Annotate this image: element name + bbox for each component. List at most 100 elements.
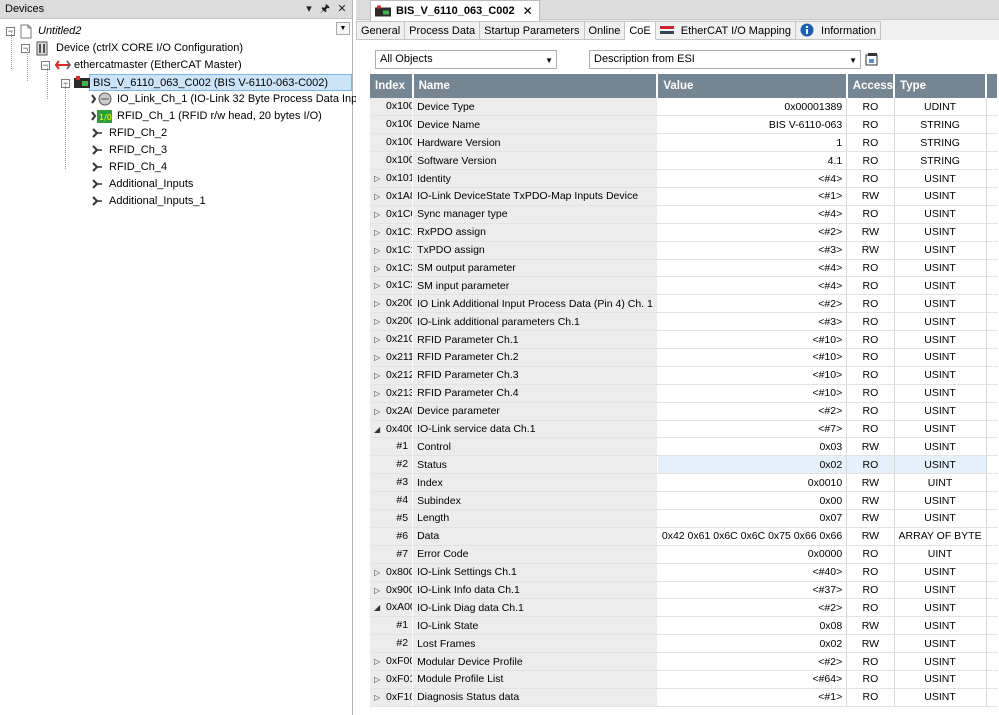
cell-value[interactable]: 1: [657, 133, 848, 153]
table-row[interactable]: ▷ 0x2130RFID Parameter Ch.4<#10>ROUSINT: [370, 384, 998, 403]
table-row[interactable]: #1 Control 0x03 RW USINT: [370, 437, 998, 457]
document-tab[interactable]: BIS_V_6110_063_C002 ✕: [370, 0, 540, 21]
expand-toggle-icon[interactable]: ◢: [374, 425, 380, 434]
tree-collapse-toggle[interactable]: −: [21, 44, 30, 53]
cell-value[interactable]: <#10>: [657, 330, 848, 349]
table-row[interactable]: #1 IO-Link State 0x08 RW USINT: [370, 616, 998, 636]
tab-information[interactable]: Information: [796, 21, 882, 40]
cell-value[interactable]: 0x02: [657, 634, 848, 654]
expand-toggle-icon[interactable]: ▷: [374, 174, 380, 183]
cell-value[interactable]: <#4>: [657, 169, 848, 188]
column-header-value[interactable]: Value: [657, 74, 848, 98]
expand-toggle-icon[interactable]: ▷: [374, 675, 380, 684]
table-row[interactable]: ▷ 0x1A81IO-Link DeviceState TxPDO-Map Inp…: [370, 187, 998, 206]
expand-toggle-icon[interactable]: ▷: [374, 228, 380, 237]
cell-value[interactable]: <#10>: [657, 348, 848, 367]
cell-value[interactable]: 0x03: [657, 437, 848, 457]
cell-value[interactable]: 0x00001389: [657, 98, 848, 117]
table-row[interactable]: #2 Status 0x02 RO USINT: [370, 455, 998, 475]
expand-toggle-icon[interactable]: ▷: [374, 210, 380, 219]
table-row[interactable]: ▷ 0x2001IO Link Additional Input Process …: [370, 294, 998, 314]
description-source-select[interactable]: Description from ESI ▼: [589, 50, 861, 69]
expand-toggle-icon[interactable]: ▷: [374, 657, 380, 666]
table-row[interactable]: ▷ 0x2A00Device parameter<#2>ROUSINT: [370, 402, 998, 421]
cell-value[interactable]: BIS V-6110-063: [657, 115, 848, 135]
cell-value[interactable]: 0x0000: [657, 545, 848, 564]
tree-item[interactable]: RFID_Ch_3: [0, 142, 352, 159]
tab-process-data[interactable]: Process Data: [405, 21, 481, 40]
tree-item[interactable]: RFID_Ch_4: [0, 159, 352, 176]
column-header-type[interactable]: Type: [894, 74, 988, 98]
cell-value[interactable]: <#2>: [657, 598, 848, 618]
table-row[interactable]: #6 Data 0x42 0x61 0x6C 0x6C 0x75 0x66 0x66…: [370, 527, 998, 546]
expand-toggle-icon[interactable]: ▷: [374, 317, 380, 326]
tree-item[interactable]: Additional_Inputs_1: [0, 193, 352, 210]
column-header-access[interactable]: Access: [846, 74, 896, 98]
table-row[interactable]: ▷ 0x2120RFID Parameter Ch.3<#10>ROUSINT: [370, 366, 998, 385]
cell-value[interactable]: <#3>: [657, 241, 848, 260]
cell-value[interactable]: <#2>: [657, 402, 848, 421]
table-row[interactable]: ◢ 0x4000IO-Link service data Ch.1<#7>ROUS…: [370, 420, 998, 439]
table-row[interactable]: ▷ 0x1C12RxPDO assign<#2>RWUSINT: [370, 223, 998, 242]
cell-value[interactable]: <#10>: [657, 366, 848, 385]
cell-value[interactable]: 0x0010: [657, 473, 848, 493]
table-row[interactable]: ▷ 0xF100Diagnosis Status data<#1>ROUSINT: [370, 688, 998, 707]
cell-value[interactable]: 0x00: [657, 491, 848, 510]
table-row[interactable]: ▷ 0x1C13TxPDO assign<#3>RWUSINT: [370, 241, 998, 260]
tree-item[interactable]: RFID_Ch_2: [0, 125, 352, 142]
tab-ethercat-i-o-mapping[interactable]: EtherCAT I/O Mapping: [655, 21, 797, 40]
export-icon[interactable]: [865, 52, 879, 66]
tree-item[interactable]: − Untitled2: [0, 23, 352, 40]
cell-value[interactable]: <#7>: [657, 420, 848, 439]
expand-toggle-icon[interactable]: ▷: [374, 335, 380, 344]
expand-toggle-icon[interactable]: ▷: [374, 353, 380, 362]
cell-value[interactable]: <#2>: [657, 652, 848, 671]
column-header-name[interactable]: Name: [412, 74, 659, 98]
table-row[interactable]: #7 Error Code 0x0000 RO UINT: [370, 545, 998, 564]
table-row[interactable]: ▷ 0x1C32SM output parameter<#4>ROUSINT: [370, 259, 998, 278]
cell-value[interactable]: <#1>: [657, 187, 848, 206]
cell-value[interactable]: <#37>: [657, 581, 848, 600]
expand-toggle-icon[interactable]: ▷: [374, 281, 380, 290]
cell-value[interactable]: <#40>: [657, 563, 848, 582]
table-row[interactable]: 0x1000Device Type0x00001389ROUDINT: [370, 98, 998, 117]
table-row[interactable]: #3 Index 0x0010 RW UINT: [370, 473, 998, 493]
cell-value[interactable]: <#1>: [657, 688, 848, 707]
table-row[interactable]: ▷ 0x1C00Sync manager type<#4>ROUSINT: [370, 205, 998, 224]
tree-item[interactable]: IO_Link_Ch_1 (IO-Link 32 Byte Process Da…: [0, 91, 388, 108]
cell-value[interactable]: 0x02: [657, 455, 848, 475]
expand-toggle-icon[interactable]: ▷: [374, 568, 380, 577]
table-row[interactable]: 0x1008Device NameBIS V-6110-063ROSTRING: [370, 115, 998, 135]
tree-item[interactable]: − Device (ctrlX CORE I/O Configuration): [0, 40, 352, 57]
cell-value[interactable]: 4.1: [657, 151, 848, 171]
expand-toggle-icon[interactable]: ▷: [374, 407, 380, 416]
cell-value[interactable]: <#4>: [657, 276, 848, 296]
close-tab-icon[interactable]: ✕: [523, 4, 533, 18]
cell-value[interactable]: <#4>: [657, 205, 848, 224]
table-row[interactable]: ▷ 0xF000Modular Device Profile<#2>ROUSINT: [370, 652, 998, 671]
pin-panel-icon[interactable]: 🖈: [318, 2, 332, 16]
tree-item[interactable]: − BIS_V_6110_063_C002 (BIS V-6110-063-C00…: [61, 74, 352, 91]
expand-toggle-icon[interactable]: ▷: [374, 246, 380, 255]
expand-toggle-icon[interactable]: ▷: [374, 586, 380, 595]
cell-value[interactable]: 0x08: [657, 616, 848, 636]
expand-toggle-icon[interactable]: ▷: [374, 371, 380, 380]
tree-collapse-toggle[interactable]: −: [41, 61, 50, 70]
cell-value[interactable]: <#4>: [657, 259, 848, 278]
table-row[interactable]: ▷ 0x9000IO-Link Info data Ch.1<#37>ROUSIN…: [370, 581, 998, 600]
object-filter-select[interactable]: All Objects ▼: [375, 50, 557, 69]
panel-menu-dropdown-icon[interactable]: ▾: [302, 2, 316, 16]
table-row[interactable]: ▷ 0x2110RFID Parameter Ch.2<#10>ROUSINT: [370, 348, 998, 367]
table-row[interactable]: #4 Subindex 0x00 RW USINT: [370, 491, 998, 510]
expand-toggle-icon[interactable]: ▷: [374, 264, 380, 273]
cell-value[interactable]: <#10>: [657, 384, 848, 403]
expand-toggle-icon[interactable]: ◢: [374, 603, 380, 612]
table-row[interactable]: 0x1009Hardware Version1ROSTRING: [370, 133, 998, 153]
table-row[interactable]: 0x100ASoftware Version4.1ROSTRING: [370, 151, 998, 171]
tree-item[interactable]: 1/0 RFID_Ch_1 (RFID r/w head, 20 bytes I/…: [0, 108, 352, 125]
tree-item[interactable]: − ethercatmaster (EtherCAT Master): [0, 57, 352, 74]
table-row[interactable]: ▷ 0x2002IO-Link additional parameters Ch.…: [370, 312, 998, 332]
table-row[interactable]: ▷ 0x8000IO-Link Settings Ch.1<#40>ROUSINT: [370, 563, 998, 582]
expand-toggle-icon[interactable]: ▷: [374, 299, 380, 308]
cell-value[interactable]: 0x42 0x61 0x6C 0x6C 0x75 0x66 0x66: [657, 527, 848, 546]
